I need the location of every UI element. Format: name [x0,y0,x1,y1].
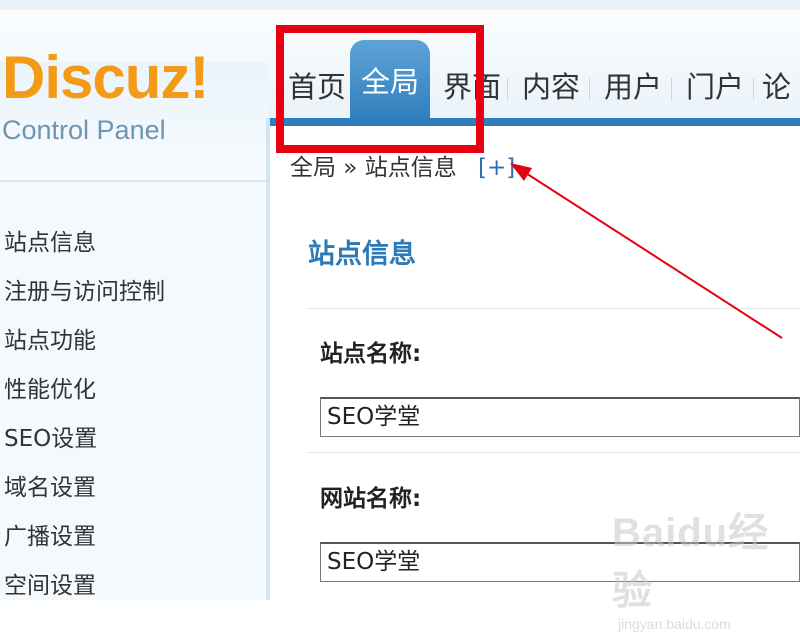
sidebar-item-space[interactable]: 空间设置 [4,571,96,601]
sidebar-item-broadcast[interactable]: 广播设置 [4,522,96,552]
discuz-logo: Discuz! [2,44,209,111]
sidebar-border [266,118,270,600]
expand-plus-link[interactable]: [+] [478,155,515,181]
tab-label: 用户 [603,70,662,104]
tab-forum[interactable]: 论 [762,62,800,124]
tab-label: 门户 [685,70,744,104]
sidebar-item-seo[interactable]: SEO设置 [4,424,97,454]
sidebar-item-domain[interactable]: 域名设置 [4,473,96,503]
top-strip [0,0,800,10]
page-title: 站点信息 [308,239,416,270]
divider [308,308,800,309]
website-name-label: 网站名称: [320,486,422,512]
tab-label: 论 [762,70,792,104]
tab-separator [671,78,672,100]
sidebar-top-divider [0,180,268,182]
tab-content[interactable]: 内容 [512,62,590,124]
tab-label: 内容 [521,70,580,104]
tab-separator [753,78,754,100]
tab-separator [589,78,590,100]
watermark-sub-text: jingyan.baidu.com [618,616,731,632]
logo-subtitle: Control Panel [2,115,166,145]
sidebar-item-site-info[interactable]: 站点信息 [4,228,96,258]
sidebar-item-register-access[interactable]: 注册与访问控制 [4,277,165,307]
annotation-highlight-box [276,25,484,153]
tab-users[interactable]: 用户 [594,62,672,124]
site-name-label: 站点名称: [320,341,422,367]
breadcrumb-text: 全局 » 站点信息 [290,155,457,181]
divider [308,452,800,453]
tab-portal[interactable]: 门户 [676,62,754,124]
baidu-watermark: Baidu经验 jingyan.baidu.com [612,500,800,632]
sidebar-item-performance[interactable]: 性能优化 [4,375,96,405]
site-name-field[interactable]: SEO学堂 [320,397,800,437]
watermark-main-text: Baidu经验 [612,511,770,613]
tab-separator [507,78,508,100]
breadcrumb: 全局 » 站点信息 [+] [290,148,515,182]
sidebar-item-site-features[interactable]: 站点功能 [4,326,96,356]
